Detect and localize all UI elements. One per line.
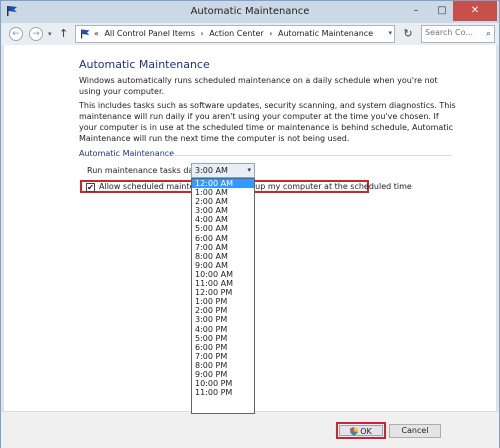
- maximize-button[interactable]: □: [429, 1, 455, 21]
- time-option[interactable]: 3:00 PM: [192, 315, 254, 324]
- control-panel-flag-icon: [81, 29, 90, 39]
- group-label: Automatic Maintenance: [79, 149, 175, 158]
- time-option[interactable]: 2:00 PM: [192, 306, 254, 315]
- breadcrumb-separator[interactable]: ›: [200, 29, 203, 38]
- time-option[interactable]: 11:00 AM: [192, 279, 254, 288]
- time-option[interactable]: 10:00 AM: [192, 270, 254, 279]
- time-option[interactable]: 6:00 AM: [192, 234, 254, 243]
- time-option[interactable]: 10:00 PM: [192, 379, 254, 388]
- schedule-time-value: 3:00 AM: [195, 166, 228, 175]
- navigation-bar: ← → ▾ ↑ « All Control Panel Items › Acti…: [1, 23, 499, 45]
- time-option[interactable]: 8:00 PM: [192, 361, 254, 370]
- breadcrumb-action-center[interactable]: Action Center: [209, 29, 264, 38]
- content-pane: Automatic Maintenance Windows automatica…: [4, 45, 496, 414]
- time-option[interactable]: 1:00 PM: [192, 297, 254, 306]
- time-option[interactable]: 6:00 PM: [192, 343, 254, 352]
- ok-button[interactable]: OK: [339, 425, 383, 436]
- refresh-button[interactable]: ↻: [399, 27, 417, 41]
- time-option[interactable]: 11:00 PM: [192, 388, 254, 397]
- breadcrumb-automatic-maintenance[interactable]: Automatic Maintenance: [278, 29, 373, 38]
- ok-label: OK: [360, 427, 372, 436]
- time-option[interactable]: 2:00 AM: [192, 197, 254, 206]
- time-options-list[interactable]: 12:00 AM 1:00 AM 2:00 AM 3:00 AM 4:00 AM 5:00…: [191, 178, 255, 414]
- group-divider: [172, 155, 452, 156]
- intro-text: Windows automatically runs scheduled mai…: [79, 76, 438, 96]
- time-option[interactable]: 9:00 AM: [192, 261, 254, 270]
- ok-button-highlight[interactable]: OK: [336, 422, 386, 439]
- time-option[interactable]: 8:00 AM: [192, 252, 254, 261]
- time-option[interactable]: 4:00 AM: [192, 215, 254, 224]
- forward-button[interactable]: →: [29, 27, 43, 41]
- time-option[interactable]: 9:00 PM: [192, 370, 254, 379]
- allow-wake-checkbox[interactable]: ✔: [86, 183, 95, 192]
- search-box[interactable]: ⌕: [421, 25, 495, 43]
- address-history-chevron-down-icon[interactable]: ▾: [388, 29, 392, 37]
- back-button[interactable]: ←: [9, 27, 23, 41]
- uac-shield-icon: [350, 427, 359, 436]
- cancel-button[interactable]: Cancel: [389, 424, 441, 438]
- page-title: Automatic Maintenance: [79, 58, 210, 71]
- breadcrumb-all-control-panel-items[interactable]: All Control Panel Items: [104, 29, 194, 38]
- minimize-button[interactable]: –: [403, 1, 429, 21]
- recent-pages-chevron-down-icon[interactable]: ▾: [48, 30, 52, 38]
- search-input[interactable]: [425, 28, 481, 37]
- close-button[interactable]: ✕: [453, 1, 497, 21]
- time-option[interactable]: 7:00 PM: [192, 352, 254, 361]
- schedule-time-dropdown[interactable]: 3:00 AM ▾: [191, 163, 255, 178]
- details-text: This includes tasks such as software upd…: [79, 101, 456, 143]
- time-option[interactable]: 3:00 AM: [192, 206, 254, 215]
- title-bar: Automatic Maintenance – □ ✕: [1, 1, 499, 23]
- search-icon[interactable]: ⌕: [486, 29, 491, 39]
- window: Automatic Maintenance – □ ✕ ← → ▾ ↑ « Al…: [0, 0, 500, 448]
- allow-wake-label[interactable]: Allow scheduled maintenance to wake up m…: [99, 182, 412, 191]
- time-option[interactable]: 5:00 AM: [192, 224, 254, 233]
- dialog-footer: OK Cancel: [1, 411, 499, 448]
- time-option[interactable]: 5:00 PM: [192, 334, 254, 343]
- time-option[interactable]: 12:00 PM: [192, 288, 254, 297]
- breadcrumb-overflow[interactable]: «: [94, 29, 99, 38]
- up-button[interactable]: ↑: [59, 27, 68, 40]
- breadcrumb: « All Control Panel Items › Action Cente…: [94, 29, 376, 38]
- time-option[interactable]: 4:00 PM: [192, 325, 254, 334]
- chevron-down-icon: ▾: [247, 166, 251, 174]
- address-bar[interactable]: « All Control Panel Items › Action Cente…: [75, 25, 395, 43]
- time-option[interactable]: 7:00 AM: [192, 243, 254, 252]
- time-option[interactable]: 12:00 AM: [192, 179, 254, 189]
- time-option[interactable]: 1:00 AM: [192, 188, 254, 197]
- breadcrumb-separator[interactable]: ›: [269, 29, 272, 38]
